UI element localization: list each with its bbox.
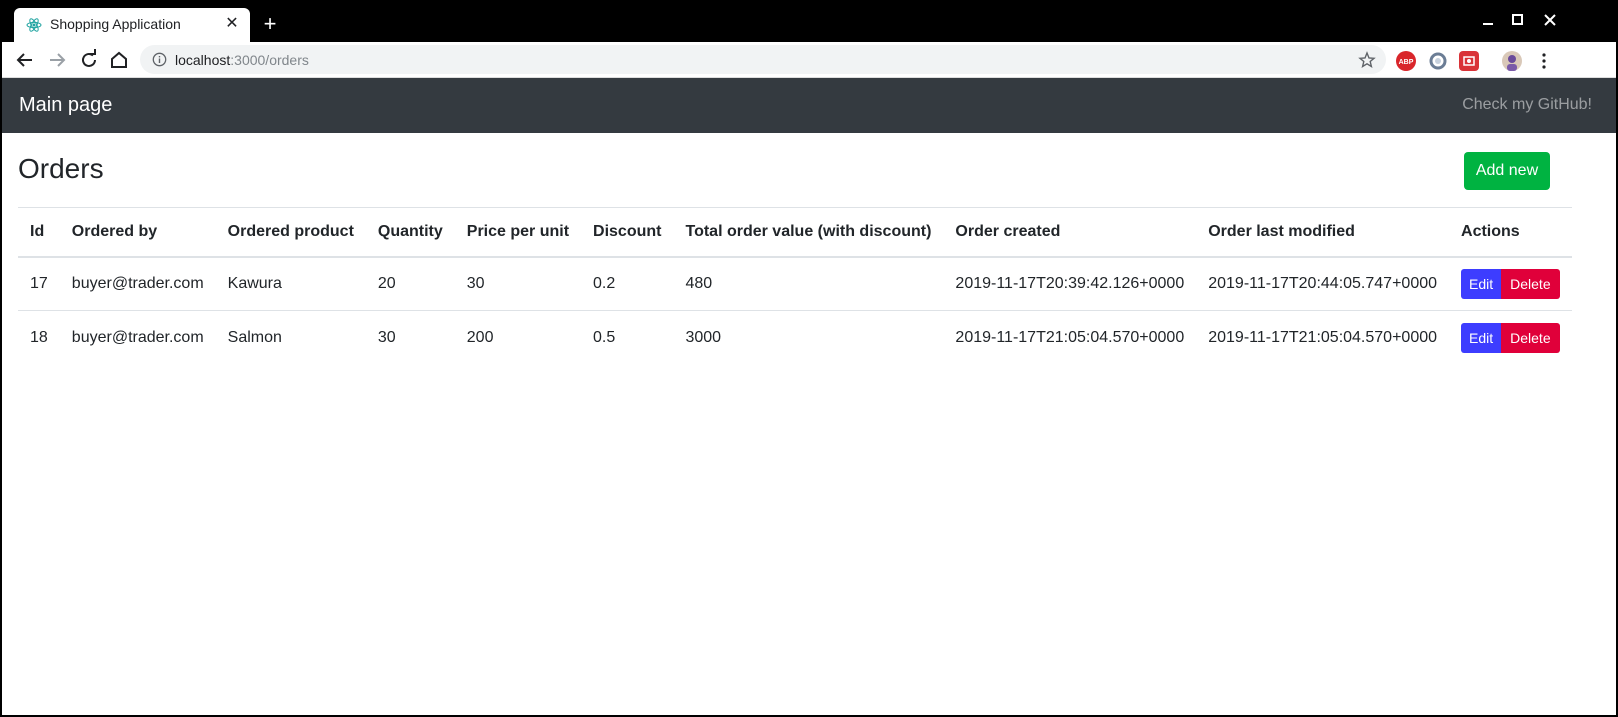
column-header: Id — [18, 207, 60, 258]
column-header: Quantity — [365, 207, 455, 258]
actions-cell: Edit Delete — [1449, 311, 1572, 365]
url-host: localhost — [175, 52, 231, 68]
order-created: 2019-11-17T21:05:04.570+0000 — [955, 328, 1185, 346]
column-header: Actions — [1449, 207, 1572, 258]
actions-cell: Edit Delete — [1449, 256, 1572, 311]
table-row: 18 buyer@trader.com Salmon 30 200 0.5 30… — [18, 311, 1572, 365]
brand-link[interactable]: Main page — [19, 94, 112, 117]
react-icon — [26, 18, 42, 32]
order-last-modified: 2019-11-17T20:44:05.747+0000 — [1196, 256, 1450, 311]
column-header: Ordered product — [215, 207, 366, 258]
price-per-unit: 30 — [454, 256, 582, 311]
tab-strip: Shopping Application ✕ + — [2, 0, 1616, 42]
url-text[interactable]: localhost:3000/orders — [175, 52, 309, 68]
price-per-unit: 200 — [466, 328, 494, 346]
browser-tab[interactable]: Shopping Application ✕ — [14, 8, 250, 42]
discount: 0.2 — [581, 256, 674, 311]
delete-button[interactable]: Delete — [1501, 268, 1560, 299]
discount: 0.5 — [593, 328, 616, 346]
new-tab-icon[interactable]: + — [258, 12, 282, 36]
bookmark-star-icon[interactable] — [1358, 51, 1376, 69]
add-new-button[interactable]: Add new — [1464, 152, 1550, 190]
page-title: Orders — [18, 153, 104, 184]
browser-toolbar: localhost:3000/orders ABP — [2, 42, 1616, 78]
tab-title: Shopping Application — [50, 16, 181, 32]
order-last-modified: 2019-11-17T21:05:04.570+0000 — [1208, 328, 1438, 346]
table-row: 17 buyer@trader.com Kawura 20 30 0.2 480… — [18, 256, 1572, 311]
column-header: Price per unit — [454, 207, 582, 258]
browser-menu-icon[interactable] — [1534, 51, 1554, 71]
adblock-plus-icon[interactable]: ABP — [1396, 51, 1416, 71]
ordered-by: buyer@trader.com — [71, 328, 204, 346]
table-header-row: Id Ordered by Ordered product Quantity P… — [18, 207, 1572, 258]
orders-table: Id Ordered by Ordered product Quantity P… — [18, 207, 1572, 365]
total-order-value: 480 — [673, 256, 944, 311]
extension-red-icon[interactable] — [1459, 51, 1479, 71]
quantity: 20 — [365, 256, 455, 311]
profile-avatar[interactable] — [1502, 51, 1522, 71]
url-path: :3000/orders — [230, 52, 309, 68]
column-header: Order created — [943, 207, 1197, 258]
delete-button[interactable]: Delete — [1501, 322, 1560, 353]
action-button-group: Edit Delete — [1461, 322, 1560, 353]
edit-button[interactable]: Edit — [1461, 322, 1502, 353]
svg-text:ABP: ABP — [1399, 59, 1414, 66]
column-header: Order last modified — [1196, 207, 1450, 258]
extension-ring-icon[interactable] — [1428, 51, 1448, 71]
column-header: Total order value (with discount) — [673, 207, 944, 258]
home-icon[interactable] — [106, 47, 132, 73]
quantity: 30 — [377, 328, 396, 346]
order-created: 2019-11-17T20:39:42.126+0000 — [943, 256, 1197, 311]
github-link[interactable]: Check my GitHub! — [1462, 96, 1592, 114]
total-order-value: 3000 — [685, 328, 722, 346]
column-header: Ordered by — [59, 207, 216, 258]
ordered-by: buyer@trader.com — [59, 256, 216, 311]
ordered-product: Salmon — [227, 328, 282, 346]
minimize-icon[interactable] — [1478, 10, 1498, 30]
close-window-icon[interactable] — [1540, 10, 1560, 30]
order-id: 18 — [30, 328, 48, 346]
order-id: 17 — [18, 256, 60, 311]
maximize-icon[interactable] — [1508, 10, 1528, 30]
close-tab-icon[interactable]: ✕ — [222, 14, 242, 34]
ordered-product: Kawura — [215, 256, 366, 311]
action-button-group: Edit Delete — [1461, 268, 1560, 299]
app-navbar: Main page Check my GitHub! — [2, 78, 1616, 133]
reload-icon[interactable] — [76, 47, 102, 73]
forward-icon[interactable] — [44, 47, 70, 73]
column-header: Discount — [581, 207, 674, 258]
edit-button[interactable]: Edit — [1461, 268, 1502, 299]
address-bar[interactable]: localhost:3000/orders — [140, 45, 1386, 74]
info-icon[interactable] — [152, 52, 167, 67]
browser-window: Shopping Application ✕ + localhost:3000/… — [2, 0, 1616, 715]
back-icon[interactable] — [12, 47, 38, 73]
